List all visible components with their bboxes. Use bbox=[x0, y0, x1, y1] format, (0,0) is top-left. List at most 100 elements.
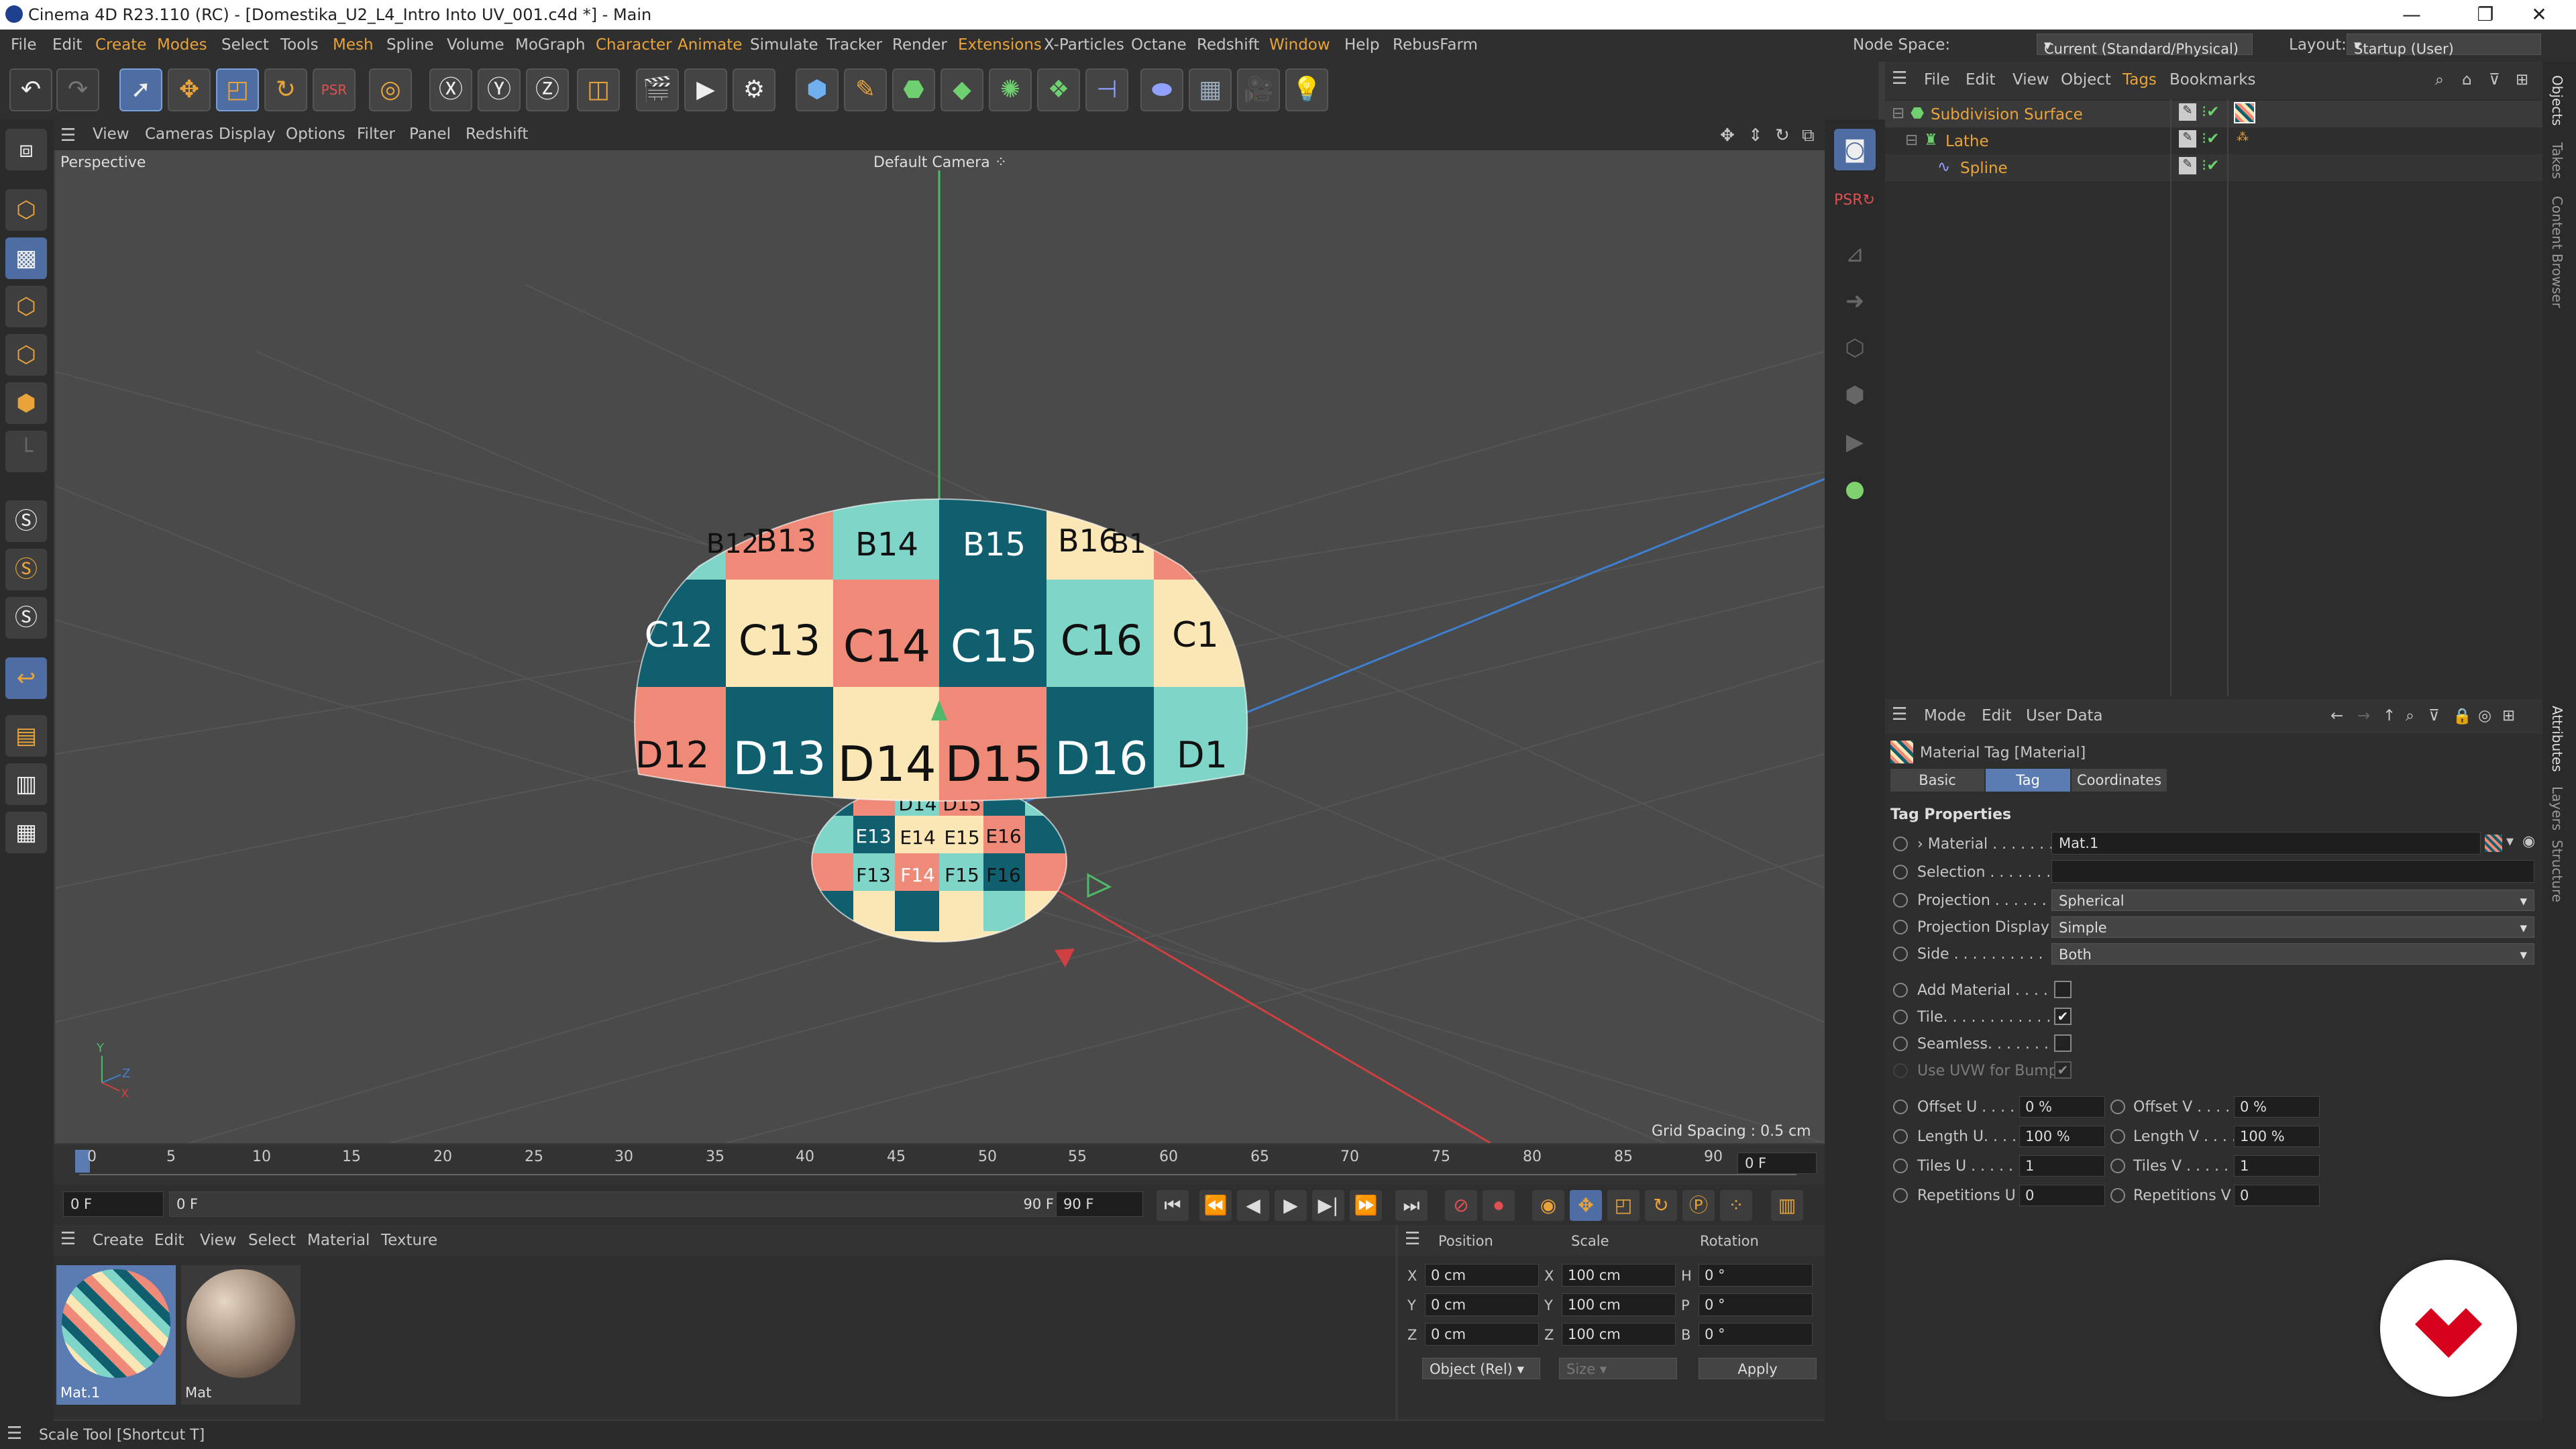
frame-range-slider[interactable]: 0 F 90 F bbox=[169, 1191, 1081, 1217]
y-axis-button[interactable]: Ⓨ bbox=[478, 68, 521, 111]
viewport-menu-panel[interactable]: Panel bbox=[409, 125, 451, 143]
viewport-menu-display[interactable]: Display bbox=[219, 125, 276, 143]
play-button[interactable]: ▶ bbox=[1275, 1190, 1307, 1221]
deformer-button[interactable]: ⊣ bbox=[1085, 68, 1128, 111]
pick-icon[interactable]: ◉ bbox=[2522, 833, 2535, 850]
extrude-button[interactable]: ◆ bbox=[941, 68, 983, 111]
keyframe-button[interactable]: ⊿ bbox=[1834, 233, 1876, 275]
live-selection-button[interactable]: ➚ bbox=[119, 68, 162, 111]
menu-character[interactable]: Character bbox=[596, 36, 672, 54]
object-row-subdivision[interactable]: ⊟ ⬣ Subdivision Surface ✎ ⁝✔ bbox=[1885, 101, 2542, 127]
filter-icon[interactable]: ⊽ bbox=[2489, 71, 2500, 89]
scale-z-field[interactable]: 100 cm bbox=[1562, 1323, 1676, 1346]
forward-arrow-icon[interactable]: → bbox=[2357, 707, 2370, 724]
side-tab-attributes[interactable]: Attributes bbox=[2549, 706, 2565, 772]
animate-radio[interactable] bbox=[1893, 1129, 1908, 1144]
material-menu-texture[interactable]: Texture bbox=[381, 1232, 437, 1249]
animate-radio[interactable] bbox=[1893, 837, 1908, 851]
redo-button[interactable]: ↷ bbox=[56, 68, 99, 111]
workplane-button[interactable]: ▤ bbox=[5, 715, 47, 757]
locked-workplane-button[interactable]: ▥ bbox=[5, 763, 47, 805]
floor-button[interactable]: ▦ bbox=[1189, 68, 1232, 111]
menu-tools[interactable]: Tools bbox=[280, 36, 319, 54]
projection-dropdown[interactable]: Spherical ▾ bbox=[2051, 890, 2534, 911]
point-level-button[interactable]: ⁘ bbox=[1720, 1190, 1752, 1221]
render-picture-viewer-button[interactable]: ▶ bbox=[684, 68, 727, 111]
side-dropdown[interactable]: Both ▾ bbox=[2051, 943, 2534, 965]
render-settings-button[interactable]: ⚙ bbox=[733, 68, 775, 111]
animate-radio[interactable] bbox=[1893, 1010, 1908, 1024]
node-space-dropdown[interactable]: Current (Standard/Physical) ▾ bbox=[2037, 34, 2253, 57]
menu-redshift[interactable]: Redshift bbox=[1197, 36, 1259, 54]
current-frame-field[interactable]: 0 F bbox=[1737, 1152, 1817, 1174]
menu-window[interactable]: Window bbox=[1269, 36, 1330, 54]
object-menu-object[interactable]: Object bbox=[2061, 71, 2111, 89]
layout-dropdown[interactable]: Startup (User) ▾ bbox=[2347, 34, 2541, 57]
object-menu-tags[interactable]: Tags bbox=[2123, 71, 2157, 89]
hamburger-icon[interactable]: ☰ bbox=[1405, 1229, 1420, 1249]
edit-checkbox-icon[interactable]: ✎ bbox=[2179, 103, 2196, 121]
animate-radio[interactable] bbox=[2110, 1099, 2125, 1114]
viewport-menu-options[interactable]: Options bbox=[286, 125, 345, 143]
animate-radio[interactable] bbox=[1893, 983, 1908, 998]
lock-icon[interactable]: 🔒 bbox=[2453, 707, 2472, 725]
timeline-arrow-button[interactable]: ➜ bbox=[1834, 280, 1876, 322]
side-tab-layers[interactable]: Layers bbox=[2549, 786, 2565, 830]
next-key-button[interactable]: ⏩ bbox=[1350, 1190, 1382, 1221]
viewport-move-icon[interactable]: ✥ bbox=[1720, 125, 1735, 146]
scale-key-button[interactable]: ◰ bbox=[1607, 1190, 1640, 1221]
visibility-check-icon[interactable]: ⁝✔ bbox=[2202, 103, 2220, 121]
tab-tag[interactable]: Tag bbox=[1986, 769, 2070, 792]
keyframe-selection-button[interactable]: ◉ bbox=[1532, 1190, 1564, 1221]
tab-basic[interactable]: Basic bbox=[1890, 769, 1984, 792]
psr-button[interactable]: PSR bbox=[313, 68, 356, 111]
position-key-button[interactable]: ✥ bbox=[1570, 1190, 1602, 1221]
parameter-key-button[interactable]: Ⓟ bbox=[1682, 1190, 1715, 1221]
hamburger-icon[interactable]: ☰ bbox=[60, 1229, 76, 1249]
edit-checkbox-icon[interactable]: ✎ bbox=[2179, 157, 2196, 174]
phong-tag-icon[interactable]: ⁂ bbox=[2237, 130, 2249, 144]
play-toggle-button[interactable]: ▶ bbox=[1834, 421, 1876, 463]
menu-volume[interactable]: Volume bbox=[447, 36, 504, 54]
cube-button[interactable]: ⬢ bbox=[796, 68, 839, 111]
z-axis-button[interactable]: Ⓩ bbox=[526, 68, 569, 111]
projection-display-dropdown[interactable]: Simple ▾ bbox=[2051, 916, 2534, 938]
coordinate-system-button[interactable]: ◫ bbox=[577, 68, 620, 111]
material-swatch-mat[interactable]: Mat bbox=[181, 1265, 301, 1405]
search-icon[interactable]: ⌕ bbox=[2406, 707, 2414, 724]
menu-simulate[interactable]: Simulate bbox=[750, 36, 818, 54]
hamburger-icon[interactable]: ☰ bbox=[1892, 704, 1907, 724]
side-tab-structure[interactable]: Structure bbox=[2549, 840, 2565, 902]
material-menu-material[interactable]: Material bbox=[307, 1232, 370, 1249]
quantize-button[interactable]: Ⓢ bbox=[5, 597, 47, 639]
camera-button[interactable]: 🎥 bbox=[1237, 68, 1280, 111]
back-arrow-icon[interactable]: ← bbox=[2330, 707, 2343, 724]
scale-tool-button[interactable]: ◰ bbox=[216, 68, 259, 111]
up-arrow-icon[interactable]: ↑ bbox=[2383, 707, 2396, 724]
collapse-icon[interactable]: ⊟ bbox=[1892, 105, 1904, 122]
hamburger-icon[interactable]: ☰ bbox=[7, 1424, 22, 1444]
psr-reset-button[interactable]: PSR↻ bbox=[1834, 180, 1875, 227]
animate-radio[interactable] bbox=[1893, 1159, 1908, 1173]
previous-key-button[interactable]: ⏪ bbox=[1199, 1190, 1232, 1221]
position-x-field[interactable]: 0 cm bbox=[1425, 1264, 1539, 1287]
material-swatch-mat1[interactable]: Mat.1 bbox=[56, 1265, 176, 1405]
material-menu-select[interactable]: Select bbox=[248, 1232, 296, 1249]
go-to-end-button[interactable]: ⏭ bbox=[1395, 1190, 1428, 1221]
animate-radio[interactable] bbox=[1893, 865, 1908, 879]
mograph-button[interactable]: ❖ bbox=[1037, 68, 1080, 111]
animate-radio[interactable] bbox=[1893, 1188, 1908, 1203]
viewport-menu-view[interactable]: View bbox=[93, 125, 129, 143]
chevron-down-icon[interactable]: ▾ bbox=[2506, 833, 2514, 850]
tiles-u-field[interactable]: 1 bbox=[2019, 1155, 2105, 1177]
cloner-button[interactable]: ✺ bbox=[989, 68, 1032, 111]
points-mode-button[interactable]: ⬡ bbox=[5, 286, 47, 327]
scale-x-field[interactable]: 100 cm bbox=[1562, 1264, 1676, 1287]
rotation-p-field[interactable]: 0 ° bbox=[1699, 1293, 1813, 1316]
side-tab-takes[interactable]: Takes bbox=[2549, 142, 2565, 179]
edit-checkbox-icon[interactable]: ✎ bbox=[2179, 130, 2196, 148]
render-view-button[interactable]: 🎬 bbox=[636, 68, 679, 111]
tile-checkbox[interactable]: ✔ bbox=[2054, 1008, 2072, 1025]
material-menu-create[interactable]: Create bbox=[93, 1232, 144, 1249]
viewport-maximize-icon[interactable]: ⧉ bbox=[1802, 125, 1815, 146]
